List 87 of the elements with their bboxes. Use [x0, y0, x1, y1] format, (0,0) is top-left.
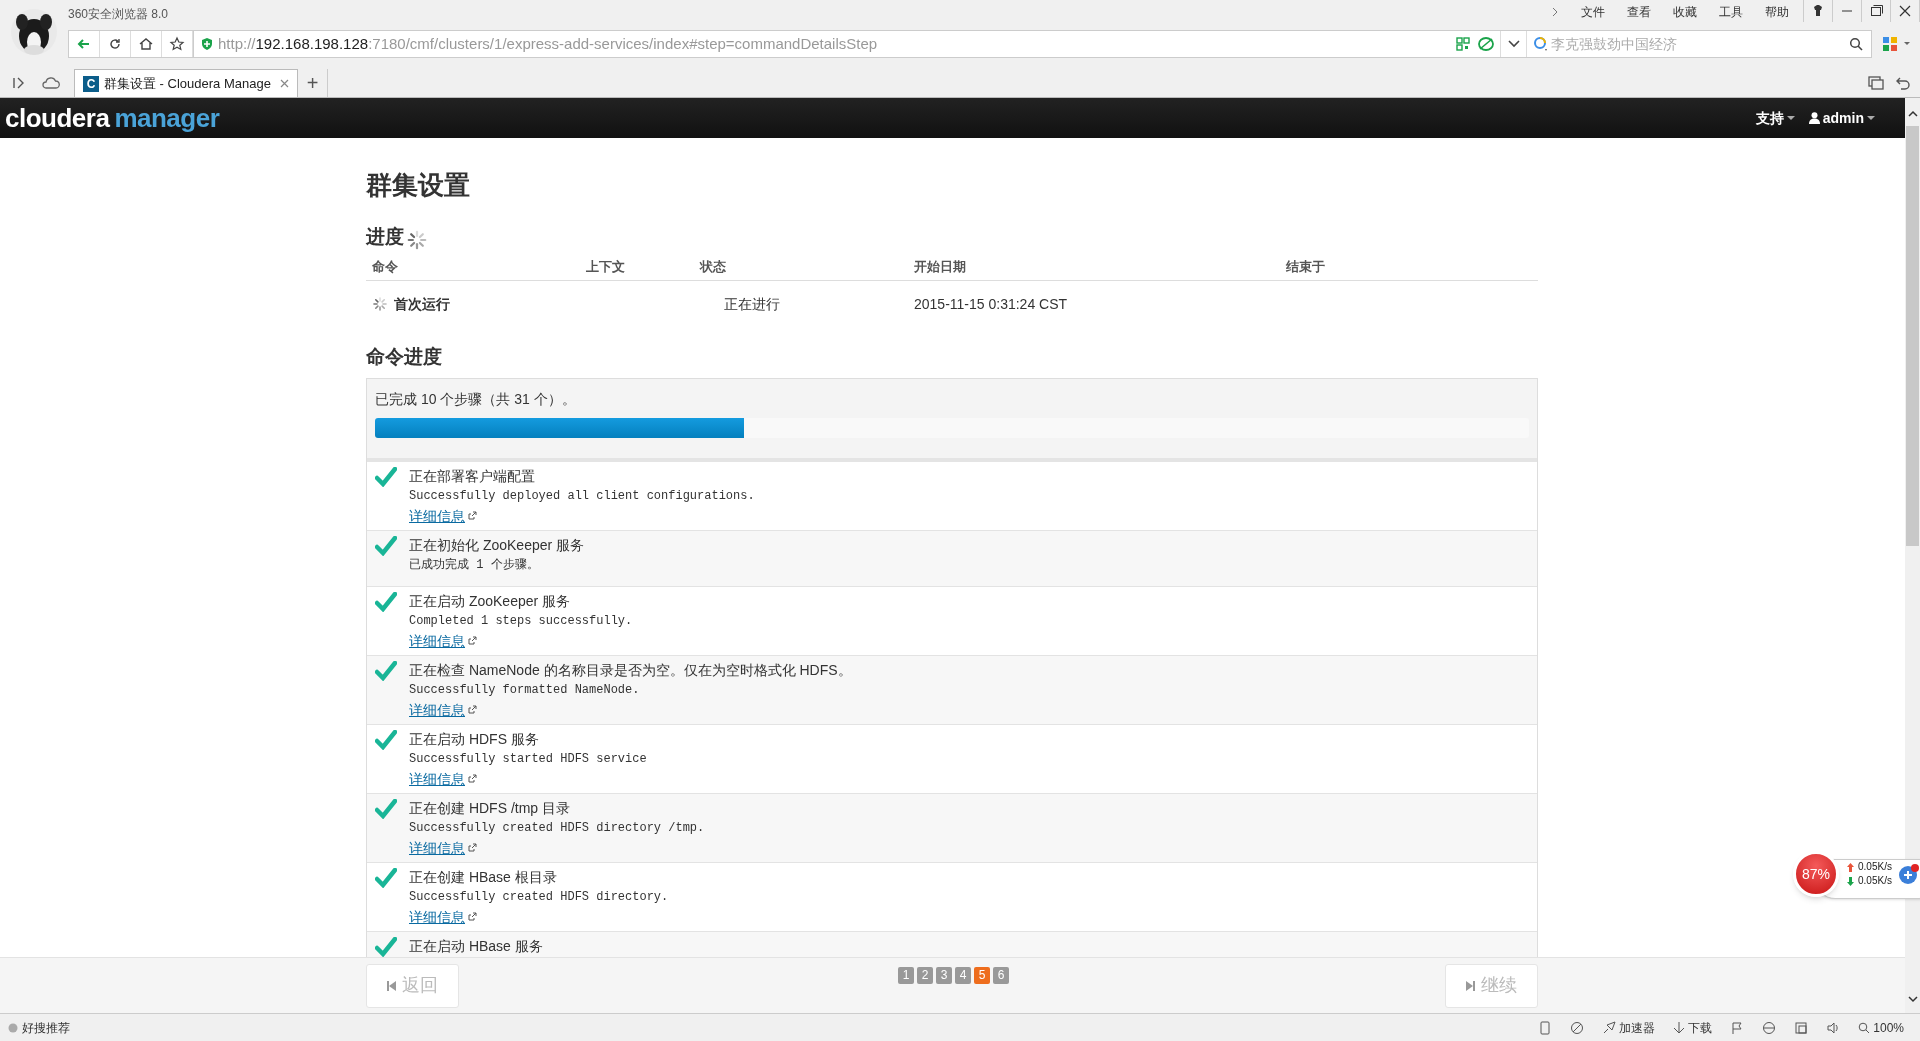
- spinner-icon: [406, 229, 428, 251]
- undo-icon[interactable]: [1896, 76, 1910, 90]
- download-arrow-icon: [1847, 876, 1854, 886]
- menu-item[interactable]: 查看: [1627, 3, 1651, 21]
- logo-text: manager: [114, 105, 220, 131]
- sidebar-toggle-icon[interactable]: [12, 77, 26, 89]
- download-icon: [1673, 1020, 1686, 1035]
- external-link-icon: [468, 705, 477, 714]
- caret-icon: [1867, 115, 1875, 121]
- tab-favicon-icon: C: [83, 75, 99, 92]
- external-link-icon: [468, 774, 477, 783]
- scrollbar-thumb[interactable]: [1906, 126, 1919, 546]
- close-icon[interactable]: [280, 79, 289, 88]
- spinner-icon: [372, 296, 388, 312]
- nav-menu[interactable]: admin: [1808, 107, 1875, 129]
- cloud-icon[interactable]: [42, 77, 60, 89]
- window-icon[interactable]: [1794, 1020, 1809, 1035]
- nav-menu[interactable]: 支持: [1755, 107, 1795, 129]
- recommend-link[interactable]: 好搜推荐: [22, 1018, 70, 1037]
- tab-title: 群集设置 - Cloudera Manage: [104, 74, 271, 93]
- search-icon: [1858, 1021, 1871, 1034]
- step-message: Completed 1 steps successfully.: [409, 612, 633, 630]
- speaker-icon[interactable]: [1826, 1020, 1841, 1035]
- reload-icon: [107, 36, 123, 52]
- step-title: 正在检查 NameNode 的名称目录是否为空。仅在为空时格式化 HDFS。: [409, 660, 852, 680]
- new-tab-button[interactable]: +: [298, 69, 328, 97]
- chevron-icon: [1551, 7, 1559, 17]
- external-link-icon: [468, 912, 477, 921]
- menu-item[interactable]: 文件: [1581, 3, 1605, 21]
- column-header: 状态: [700, 257, 727, 276]
- scroll-up-icon[interactable]: [1907, 110, 1918, 118]
- step-message: Successfully created HDFS directory.: [409, 888, 669, 906]
- menu-item[interactable]: 收藏: [1673, 3, 1697, 21]
- logo-text: cloudera: [5, 105, 110, 131]
- skip-forward-icon: [1466, 980, 1475, 991]
- browser-tab[interactable]: C 群集设置 - Cloudera Manage: [74, 69, 298, 97]
- restore-icon: [1868, 3, 1884, 19]
- external-link-icon: [468, 636, 477, 645]
- apps-icon[interactable]: [1882, 36, 1912, 52]
- column-header: 开始日期: [914, 257, 967, 276]
- zoom-button[interactable]: 100%: [1858, 1018, 1904, 1037]
- step-title: 正在创建 HDFS /tmp 目录: [409, 798, 571, 818]
- step-title: 正在部署客户端配置: [409, 466, 536, 486]
- column-header: 命令: [372, 257, 399, 276]
- user-icon: [1808, 112, 1820, 124]
- external-link-icon: [468, 843, 477, 852]
- windows-icon[interactable]: [1868, 76, 1884, 90]
- step-title: 正在启动 HBase 服务: [409, 936, 543, 956]
- step-message: Successfully created HDFS directory /tmp.: [409, 819, 705, 837]
- column-header: 上下文: [586, 257, 626, 276]
- menu-item[interactable]: 帮助: [1765, 3, 1789, 21]
- skip-back-icon: [387, 980, 396, 991]
- section-heading: 命令进度: [366, 345, 443, 369]
- plus-icon[interactable]: [1897, 863, 1920, 885]
- accelerator-button[interactable]: 加速器: [1602, 1018, 1656, 1037]
- step-title: 正在启动 HDFS 服务: [409, 729, 540, 749]
- progress-summary: 已完成 10 个步骤（共 31 个）。: [375, 389, 577, 409]
- step-title: 正在初始化 ZooKeeper 服务: [409, 535, 585, 555]
- window-title: 360安全浏览器 8.0: [68, 6, 169, 23]
- external-link-icon: [468, 511, 477, 520]
- menu-item[interactable]: 工具: [1719, 3, 1743, 21]
- star-icon: [169, 36, 185, 52]
- download-speed: 0.05K/s: [1858, 874, 1892, 888]
- scroll-down-icon[interactable]: [1907, 995, 1918, 1003]
- step-message: Successfully started HDFS service: [409, 750, 647, 768]
- download-button[interactable]: 下载: [1673, 1018, 1713, 1037]
- table-cell-text: 首次运行: [394, 294, 450, 314]
- minimize-icon: [1842, 10, 1852, 12]
- column-header: 结束于: [1286, 257, 1326, 276]
- section-heading: 进度: [366, 224, 404, 249]
- upload-speed: 0.05K/s: [1858, 860, 1892, 874]
- step-message: 已成功完成 1 个步骤。: [409, 556, 540, 574]
- status-dot-icon: [8, 1022, 18, 1033]
- globe-icon[interactable]: [1762, 1020, 1777, 1035]
- page-title: 群集设置: [366, 169, 471, 202]
- table-cell: 正在进行: [724, 295, 780, 312]
- scrollbar[interactable]: [1905, 98, 1920, 1013]
- table-cell: 2015-11-15 0:31:24 CST: [914, 295, 1068, 312]
- upload-arrow-icon: [1847, 862, 1854, 872]
- step-message: Successfully formatted NameNode.: [409, 681, 641, 699]
- close-icon: [1897, 3, 1913, 19]
- caret-icon: [1786, 115, 1795, 121]
- step-title: 正在创建 HBase 根目录: [409, 867, 558, 887]
- step-message: Successfully deployed all client configurations.: [409, 487, 755, 505]
- step-title: 正在启动 ZooKeeper 服务: [409, 591, 572, 611]
- flag-icon[interactable]: [1730, 1020, 1745, 1035]
- home-icon: [138, 36, 154, 52]
